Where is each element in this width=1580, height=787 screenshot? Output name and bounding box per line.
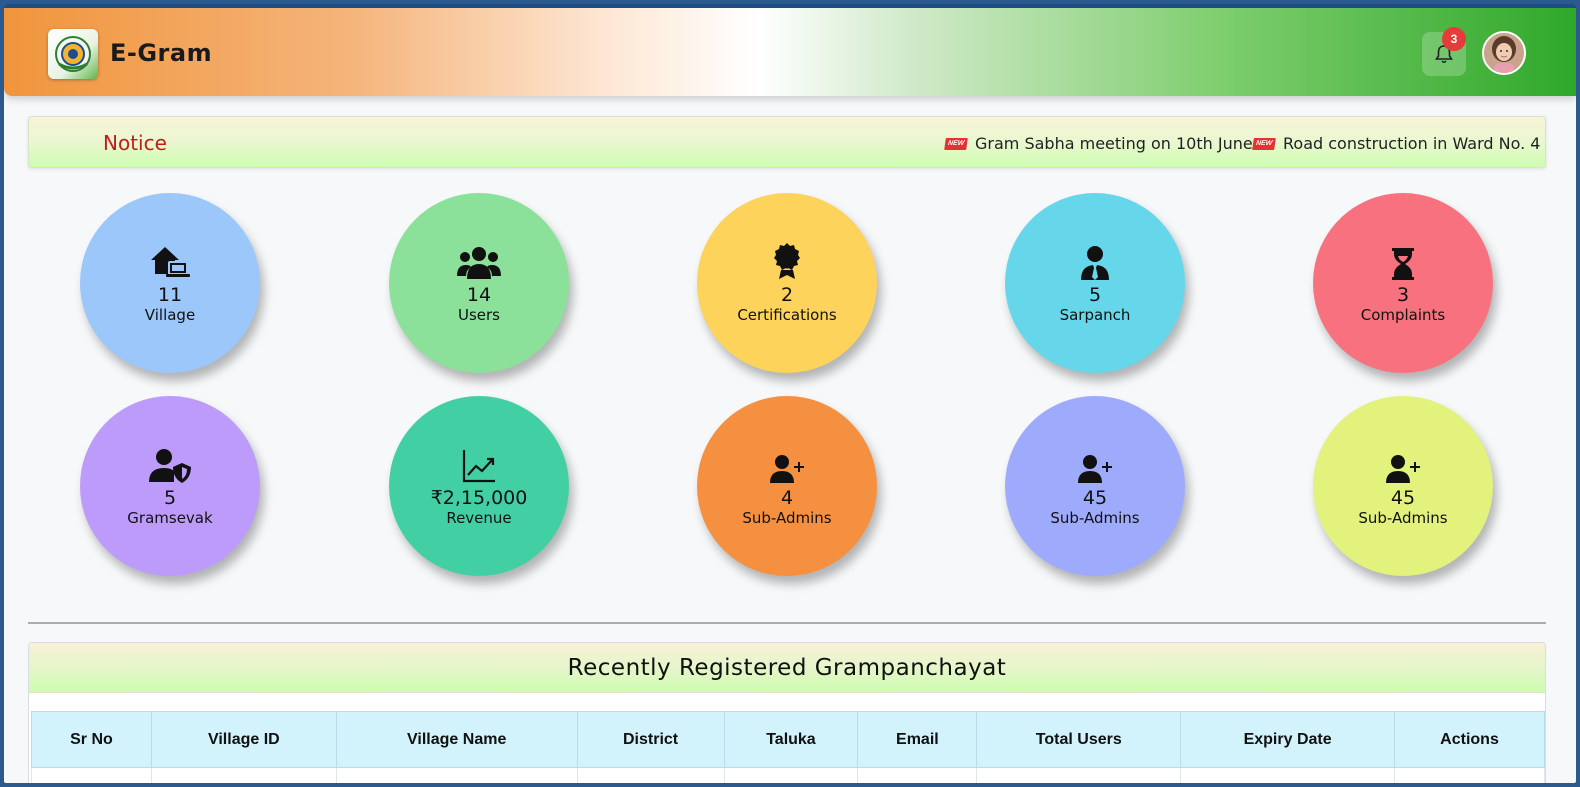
stat-card-sub-admins[interactable]: 4 Sub-Admins bbox=[697, 396, 877, 576]
app-window: E-Gram 3 Notice NEW Gram Sabha meeting o… bbox=[4, 4, 1576, 783]
stat-card-sub-admins[interactable]: 45 Sub-Admins bbox=[1313, 396, 1493, 576]
hourglass-icon bbox=[1391, 242, 1415, 280]
stat-card-certifications[interactable]: 2 Certifications bbox=[697, 193, 877, 373]
stat-label: Sarpanch bbox=[1059, 305, 1131, 324]
notice-bar: Notice NEW Gram Sabha meeting on 10th Ju… bbox=[28, 116, 1546, 168]
brand-name: E-Gram bbox=[110, 39, 213, 67]
table-title: Recently Registered Grampanchayat bbox=[29, 643, 1545, 693]
chart-line-icon bbox=[462, 445, 496, 483]
notice-item-text: Road construction in Ward No. 4 bbox=[1283, 134, 1541, 153]
new-badge: NEW bbox=[1252, 137, 1276, 150]
column-header[interactable]: Village Name bbox=[335, 711, 578, 768]
notice-item[interactable]: NEW Road construction in Ward No. 4 bbox=[1252, 134, 1541, 153]
stat-value: 5 bbox=[1088, 283, 1102, 306]
new-badge: NEW bbox=[944, 137, 968, 150]
stat-card-complaints[interactable]: 3 Complaints bbox=[1313, 193, 1493, 373]
column-header[interactable]: Village ID bbox=[150, 711, 337, 768]
column-header[interactable]: Sr No bbox=[31, 711, 152, 768]
stat-value: 5 bbox=[163, 486, 177, 509]
stat-label: Sub-Admins bbox=[742, 508, 832, 527]
stat-label: Certifications bbox=[737, 305, 837, 324]
stat-value: 2 bbox=[780, 283, 794, 306]
user-plus-icon bbox=[1078, 445, 1112, 483]
column-header[interactable]: Total Users bbox=[976, 711, 1182, 768]
avatar-image bbox=[1484, 33, 1524, 73]
stat-value: 45 bbox=[1082, 486, 1108, 509]
stat-card-gramsevak[interactable]: 5 Gramsevak bbox=[80, 396, 260, 576]
stat-card-users[interactable]: 14 Users bbox=[389, 193, 569, 373]
stat-card-sarpanch[interactable]: 5 Sarpanch bbox=[1005, 193, 1185, 373]
house-laptop-icon bbox=[149, 242, 191, 280]
stat-value: 14 bbox=[466, 283, 492, 306]
stat-value: 4 bbox=[780, 486, 794, 509]
stat-label: Complaints bbox=[1360, 305, 1446, 324]
stat-label: Gramsevak bbox=[127, 508, 213, 527]
table-row bbox=[31, 767, 1545, 783]
stat-value: 3 bbox=[1396, 283, 1410, 306]
user-plus-icon bbox=[770, 445, 804, 483]
notice-item[interactable]: NEW Gram Sabha meeting on 10th June bbox=[944, 134, 1253, 153]
stat-card-revenue[interactable]: ₹2,15,000 Revenue bbox=[389, 396, 569, 576]
top-header: E-Gram 3 bbox=[4, 8, 1576, 96]
notice-title: Notice bbox=[103, 131, 167, 155]
stat-value: 11 bbox=[157, 283, 183, 306]
emblem-icon bbox=[55, 36, 91, 72]
user-avatar[interactable] bbox=[1482, 31, 1526, 75]
stat-label: Users bbox=[457, 305, 500, 324]
column-header[interactable]: Expiry Date bbox=[1180, 711, 1396, 768]
recent-grampanchayat-card: Recently Registered Grampanchayat Sr No … bbox=[28, 642, 1546, 783]
stat-label: Revenue bbox=[446, 508, 512, 527]
section-divider bbox=[28, 622, 1546, 624]
stat-card-village[interactable]: 11 Village bbox=[80, 193, 260, 373]
logo[interactable] bbox=[48, 29, 98, 79]
table-header-row: Sr No Village ID Village Name District T… bbox=[31, 711, 1545, 768]
column-header[interactable]: Taluka bbox=[723, 711, 859, 768]
notification-count-badge: 3 bbox=[1442, 27, 1466, 51]
stat-card-sub-admins[interactable]: 45 Sub-Admins bbox=[1005, 396, 1185, 576]
stat-label: Sub-Admins bbox=[1358, 508, 1448, 527]
column-header[interactable]: Actions bbox=[1394, 711, 1545, 768]
grampanchayat-table: Sr No Village ID Village Name District T… bbox=[31, 711, 1545, 783]
user-plus-icon bbox=[1386, 445, 1420, 483]
user-tie-icon bbox=[1080, 242, 1110, 280]
notice-item-text: Gram Sabha meeting on 10th June bbox=[975, 134, 1253, 153]
stat-label: Village bbox=[144, 305, 196, 324]
stat-label: Sub-Admins bbox=[1050, 508, 1140, 527]
users-icon bbox=[457, 242, 501, 280]
stat-value: 45 bbox=[1390, 486, 1416, 509]
certificate-icon bbox=[773, 242, 801, 280]
column-header[interactable]: District bbox=[576, 711, 725, 768]
stat-value: ₹2,15,000 bbox=[430, 486, 528, 509]
user-shield-icon bbox=[149, 445, 191, 483]
column-header[interactable]: Email bbox=[857, 711, 978, 768]
